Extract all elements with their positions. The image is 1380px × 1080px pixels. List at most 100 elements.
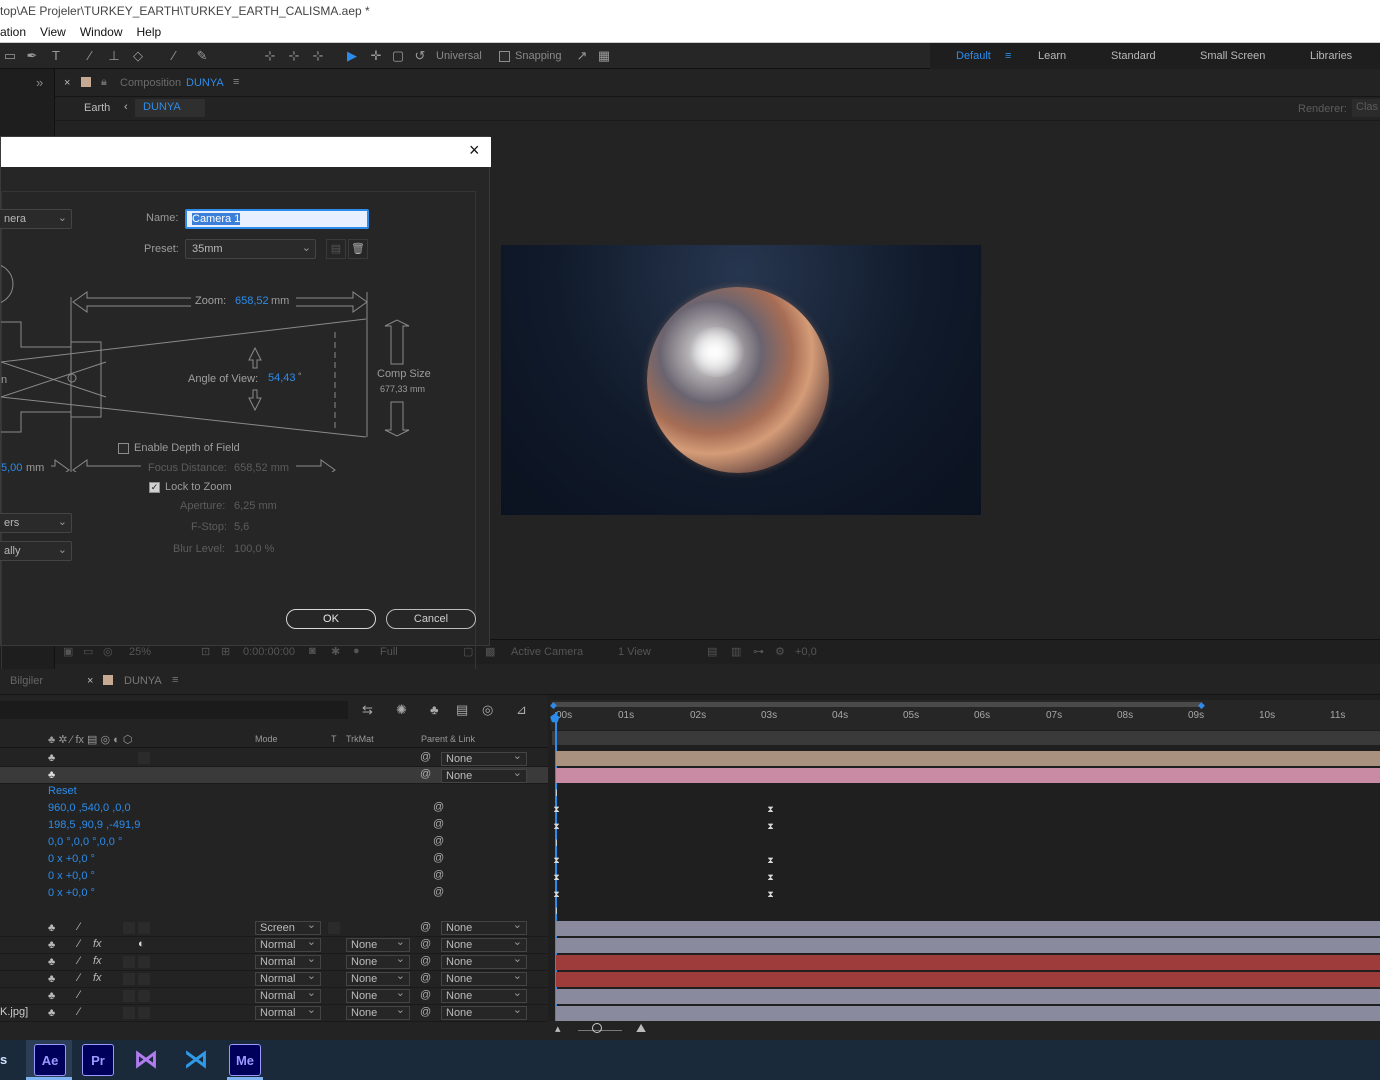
keyframe-icon[interactable]: ⧗ (766, 821, 775, 831)
pickwhip-icon[interactable]: @ (420, 751, 431, 763)
shy-icon[interactable]: ♣ (48, 752, 55, 764)
layer-name-partial[interactable]: K.jpg] (0, 1006, 28, 1018)
trkmat-select[interactable]: None (346, 987, 410, 1003)
pickwhip-icon[interactable]: @ (433, 869, 444, 881)
breadcrumb-earth[interactable]: Earth (84, 102, 110, 114)
trkmat-select[interactable]: None (346, 1004, 410, 1020)
switch-box[interactable] (138, 1007, 150, 1019)
axis-world-icon[interactable]: ⊹ (286, 48, 302, 64)
menu-item-animation[interactable]: ation (0, 25, 26, 42)
keyframe-icon[interactable]: ⧗ (766, 804, 775, 814)
keyframe-icon[interactable]: ⧗ (766, 872, 775, 882)
puppet-pin-icon[interactable]: ✎ (194, 48, 210, 64)
parent-select[interactable]: None (441, 1004, 527, 1020)
snapping-checkbox[interactable] (499, 51, 510, 62)
axis-view-icon[interactable]: ⊹ (310, 48, 326, 64)
pickwhip-icon[interactable]: @ (420, 972, 431, 984)
position-value[interactable]: 198,5 ,90,9 ,-491,9 (48, 819, 140, 831)
keyframe-icon[interactable]: ⧗ (552, 821, 561, 831)
layer-row-camera[interactable]: ♣ @ None (0, 750, 548, 767)
shy-icon[interactable]: ♣ (48, 939, 55, 951)
clone-stamp-icon[interactable]: ⊥ (106, 48, 122, 64)
shy-icon[interactable]: ♣ (48, 922, 55, 934)
keyframe-icon[interactable]: ⧗ (552, 872, 561, 882)
workspace-standard[interactable]: Standard (1111, 50, 1156, 62)
z-rotation-value[interactable]: 0 x +0,0 ° (48, 887, 95, 899)
layer-bar[interactable] (556, 938, 1380, 953)
keyframe-icon[interactable]: ⧗ (766, 855, 775, 865)
close-tab-icon[interactable]: × (87, 675, 93, 687)
switch-box[interactable] (138, 922, 150, 934)
pickwhip-icon[interactable]: @ (420, 938, 431, 950)
frame-blending-icon[interactable]: ▤ (456, 702, 468, 718)
menu-item-window[interactable]: Window (80, 25, 123, 42)
keyframe-icon[interactable]: ⧗ (766, 889, 775, 899)
aperture-value[interactable]: 6,25 mm (234, 500, 277, 512)
shy-icon[interactable]: ♣ (48, 956, 55, 968)
visual-studio-icon[interactable]: ⋈ (130, 1044, 162, 1076)
parent-select[interactable]: None (441, 750, 527, 766)
layer-row-selected[interactable]: ♣ @ None (0, 767, 548, 784)
blur-level-value[interactable]: 100,0 % (234, 543, 274, 555)
composition-viewer[interactable] (501, 245, 981, 515)
fx-icon[interactable]: fx (93, 938, 102, 950)
mode-select[interactable]: Normal (255, 987, 321, 1003)
layer-bar-selected[interactable] (556, 768, 1380, 783)
brush-tool-icon[interactable]: ⁄ (82, 48, 98, 64)
workspace-menu-icon[interactable]: ≡ (1005, 50, 1011, 62)
rectangle-tool-icon[interactable]: ▭ (2, 48, 18, 64)
layer-bar-camera[interactable] (556, 751, 1380, 766)
keyframe-marker[interactable]: I (552, 906, 561, 916)
shy-icon[interactable]: ♣ (48, 769, 55, 781)
point-of-interest-value[interactable]: 960,0 ,540,0 ,0,0 (48, 802, 131, 814)
pickwhip-icon[interactable]: @ (420, 768, 431, 780)
measure-film-size-select[interactable]: ally ⌄ (0, 541, 72, 561)
pickwhip-icon[interactable]: @ (433, 801, 444, 813)
shy-icon[interactable]: ♣ (48, 1007, 55, 1019)
switch-box[interactable] (138, 990, 150, 1002)
switch-box[interactable] (123, 973, 135, 985)
workspace-small-screen[interactable]: Small Screen (1200, 50, 1265, 62)
keyframe-icon[interactable]: ⧗ (552, 804, 561, 814)
transform-reset-link[interactable]: Reset (48, 785, 77, 797)
transparency-grid-icon[interactable]: ▩ (485, 645, 495, 658)
panel-menu-icon[interactable]: ≡ (172, 674, 178, 686)
lock-icon[interactable]: 🔒︎ (101, 76, 107, 89)
switch-box[interactable] (123, 956, 135, 968)
parent-select[interactable]: None (441, 953, 527, 969)
layer-row[interactable]: ♣ ⁄ Screen @ None (0, 919, 548, 937)
keyframe-marker[interactable]: I (552, 838, 561, 848)
name-field[interactable]: Camera 1 (185, 209, 369, 229)
fx-icon[interactable]: fx (93, 972, 102, 984)
orientation-value[interactable]: 0,0 °,0,0 °,0,0 ° (48, 836, 122, 848)
snap-grid-icon[interactable]: ▦ (596, 48, 612, 64)
axis-local-icon[interactable]: ⊹ (262, 48, 278, 64)
menu-item-help[interactable]: Help (137, 25, 162, 42)
composition-flowchart-icon[interactable]: ⇆ (362, 702, 373, 718)
layer-bar[interactable] (556, 921, 1380, 936)
layer-row[interactable]: ♣ ⁄ fx Normal None @ None (0, 953, 548, 971)
vscode-icon[interactable]: ⋊ (180, 1044, 212, 1076)
keyframe-marker[interactable]: I (552, 788, 561, 798)
premiere-icon[interactable]: Pr (82, 1044, 114, 1076)
x-rotation-value[interactable]: 0 x +0,0 ° (48, 853, 95, 865)
ok-button[interactable]: OK (286, 609, 376, 629)
switch-box[interactable] (138, 973, 150, 985)
snap-magnet-icon[interactable]: ↗ (574, 48, 590, 64)
pickwhip-icon[interactable]: @ (433, 818, 444, 830)
exposure-value[interactable]: +0,0 (795, 646, 817, 658)
text-tool-icon[interactable]: T (48, 48, 64, 64)
adjustment-layer-icon[interactable]: ◐ (138, 938, 145, 950)
time-ruler[interactable]: ◆ ◆ 00s 01s 02s 03s 04s 05s 06s 07s 08s … (550, 700, 1380, 730)
focus-distance-value[interactable]: 658,52 mm (234, 462, 289, 474)
layer-row[interactable]: K.jpg] ♣ ⁄ Normal None @ None (0, 1004, 548, 1022)
pickwhip-icon[interactable]: @ (420, 921, 431, 933)
work-area-bar[interactable] (552, 702, 1202, 707)
layer-bar[interactable] (556, 972, 1380, 987)
roto-brush-icon[interactable]: ⁄ (166, 48, 182, 64)
quality-icon[interactable]: ⁄ (78, 989, 80, 1001)
playhead-icon[interactable]: ⬟ (550, 712, 560, 725)
shy-layers-icon[interactable]: ♣ (430, 702, 439, 717)
tab-bilgiler[interactable]: Bilgiler (10, 675, 43, 687)
lock-to-zoom-checkbox[interactable]: ✓ (149, 482, 160, 493)
